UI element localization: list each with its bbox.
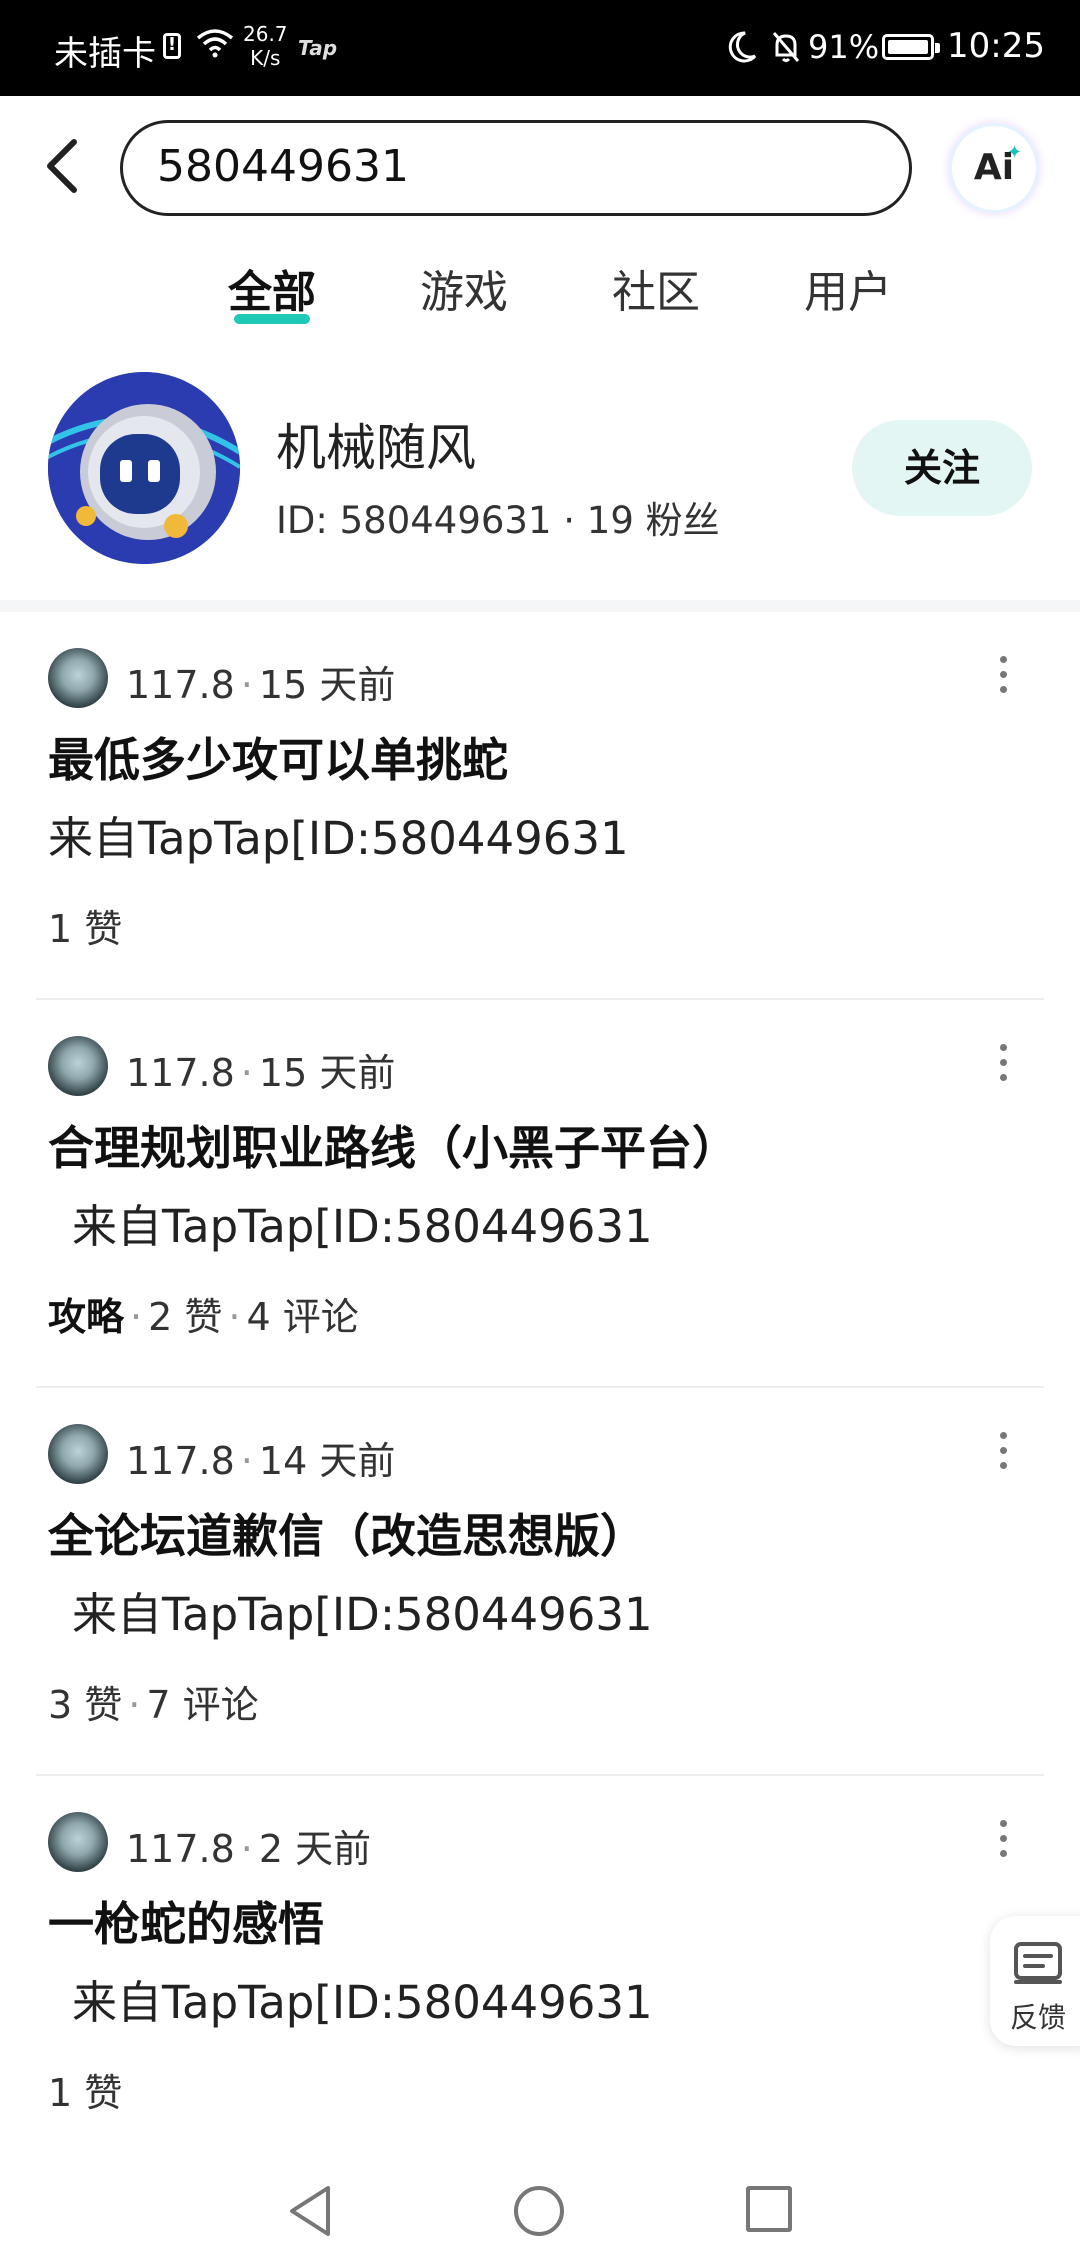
post-card[interactable]: 117.8 · 15 天前 合理规划职业路线（小黑子平台） 来自TapTap[ID:…	[0, 1000, 1080, 1388]
tab-all[interactable]: 全部	[228, 256, 316, 324]
user-avatar[interactable]	[48, 372, 240, 564]
post-comments: 4 评论	[246, 1295, 359, 1339]
post-author-avatar[interactable]	[48, 1812, 108, 1872]
nav-recents-icon[interactable]	[746, 2186, 792, 2232]
post-snippet[interactable]: 来自TapTap[ID:580449631	[72, 1190, 653, 1255]
post-stats: 1 赞	[48, 898, 122, 953]
more-options-icon[interactable]	[1000, 1432, 1008, 1472]
nav-back-icon[interactable]	[286, 2184, 334, 2238]
tab-label: 社区	[612, 267, 700, 318]
post-meta: 117.8 · 15 天前	[126, 1051, 396, 1095]
battery-icon	[882, 34, 940, 60]
post-snippet[interactable]: 来自TapTap[ID:580449631	[48, 802, 629, 867]
tab-label: 用户	[804, 267, 892, 318]
battery-percent: 91%	[808, 28, 880, 66]
post-time: 14 天前	[258, 1439, 396, 1483]
feedback-label: 反馈	[1010, 2001, 1067, 2034]
wifi-icon	[196, 29, 234, 58]
post-likes: 2 赞	[148, 1295, 223, 1339]
more-options-icon[interactable]	[1000, 1820, 1008, 1860]
post-time: 15 天前	[258, 1051, 396, 1095]
search-tabs: 全部 游戏 社区 用户	[0, 256, 1080, 324]
post-meta: 117.8 · 15 天前	[126, 663, 396, 707]
tab-label: 全部	[228, 267, 316, 318]
post-title[interactable]: 最低多少攻可以单挑蛇	[48, 724, 508, 790]
tab-community[interactable]: 社区	[612, 256, 700, 320]
section-divider	[0, 600, 1080, 612]
post-time: 15 天前	[258, 663, 396, 707]
post-stats: 1 赞	[48, 2062, 122, 2117]
post-score: 117.8	[126, 1439, 235, 1483]
follow-button[interactable]: 关注	[852, 420, 1032, 516]
search-input[interactable]: 580449631	[120, 120, 912, 216]
feedback-icon	[1014, 1942, 1062, 1984]
post-likes: 3 赞	[48, 1683, 123, 1727]
post-score: 117.8	[126, 1051, 235, 1095]
post-stats: 3 赞 · 7 评论	[48, 1683, 259, 1727]
tab-games[interactable]: 游戏	[420, 256, 508, 320]
more-options-icon[interactable]	[1000, 656, 1008, 696]
post-stats: 攻略 · 2 赞 · 4 评论	[48, 1295, 359, 1339]
taptap-notification-icon: Tap	[298, 36, 338, 60]
post-card[interactable]: 117.8 · 15 天前 最低多少攻可以单挑蛇 来自TapTap[ID:58044…	[0, 612, 1080, 1000]
tab-label: 游戏	[420, 267, 508, 318]
post-author-avatar[interactable]	[48, 648, 108, 708]
post-tag[interactable]: 攻略	[48, 1295, 124, 1339]
post-title[interactable]: 全论坛道歉信（改造思想版）	[48, 1500, 646, 1566]
post-score: 117.8	[126, 1827, 235, 1871]
post-title[interactable]: 合理规划职业路线（小黑子平台）	[48, 1112, 738, 1178]
clock-time: 10:25	[947, 26, 1045, 66]
sim-alert-icon: !	[163, 33, 181, 59]
network-speed-unit: K/s	[250, 46, 281, 70]
post-snippet[interactable]: 来自TapTap[ID:580449631	[72, 1966, 653, 2031]
post-comments: 7 评论	[146, 1683, 259, 1727]
back-arrow-icon[interactable]	[40, 138, 86, 194]
robot-avatar-icon	[48, 372, 240, 564]
post-snippet[interactable]: 来自TapTap[ID:580449631	[72, 1578, 653, 1643]
tab-users[interactable]: 用户	[804, 256, 892, 320]
feedback-button[interactable]: 反馈	[990, 1916, 1080, 2046]
post-likes: 1 赞	[48, 907, 123, 951]
post-card[interactable]: 117.8 · 2 天前 一枪蛇的感悟 来自TapTap[ID:580449631 …	[0, 1776, 1080, 2164]
post-likes: 1 赞	[48, 2071, 123, 2115]
bell-muted-icon	[772, 32, 800, 62]
network-speed-value: 26.7	[243, 22, 288, 46]
post-score: 117.8	[126, 663, 235, 707]
ai-assistant-button[interactable]: Ai ✦	[952, 126, 1036, 210]
system-nav-bar	[0, 2150, 1080, 2244]
post-time: 2 天前	[258, 1827, 372, 1871]
post-meta: 117.8 · 14 天前	[126, 1439, 396, 1483]
network-speed: 26.7 K/s	[243, 22, 288, 70]
post-author-avatar[interactable]	[48, 1424, 108, 1484]
post-author-avatar[interactable]	[48, 1036, 108, 1096]
post-card[interactable]: 117.8 · 14 天前 全论坛道歉信（改造思想版） 来自TapTap[ID:58…	[0, 1388, 1080, 1776]
moon-icon	[728, 31, 757, 63]
carrier-text: 未插卡	[54, 34, 156, 74]
post-meta: 117.8 · 2 天前	[126, 1827, 372, 1871]
post-title[interactable]: 一枪蛇的感悟	[48, 1888, 324, 1954]
nav-home-icon[interactable]	[514, 2186, 564, 2236]
more-options-icon[interactable]	[1000, 1044, 1008, 1084]
user-name[interactable]: 机械随风	[276, 408, 476, 480]
status-bar: 未插卡 ! 26.7 K/s Tap 91% 10:25	[0, 0, 1080, 96]
user-id-followers: ID: 580449631 · 19 粉丝	[276, 499, 720, 542]
sparkle-icon: ✦	[1006, 142, 1022, 163]
